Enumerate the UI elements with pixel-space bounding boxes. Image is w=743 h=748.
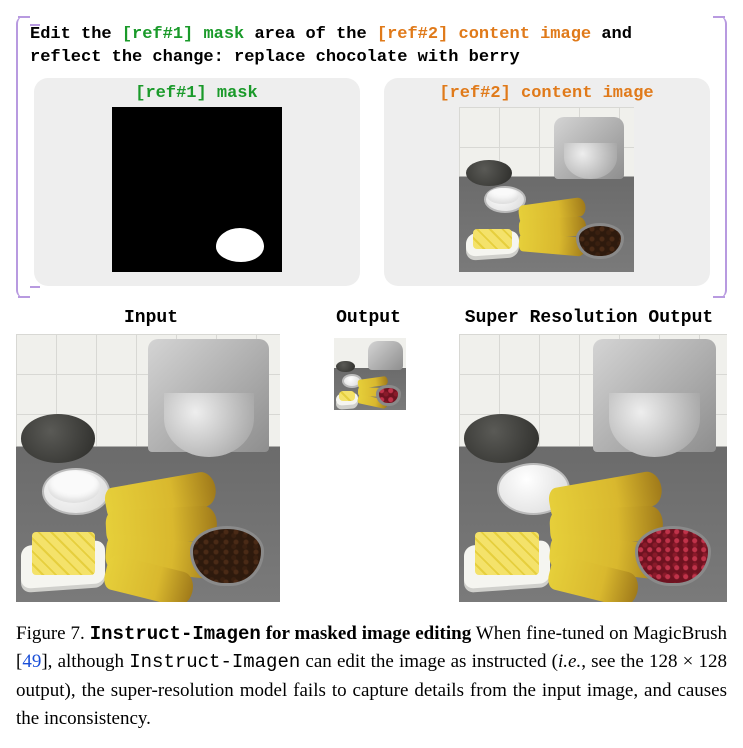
output-column	[292, 334, 447, 410]
prompt-ref2: [ref#2] content image	[377, 25, 591, 44]
prompt-text: Edit the [ref#1] mask area of the [ref#2…	[30, 24, 713, 70]
input-image	[16, 334, 280, 602]
caption-fig-number: Figure 7.	[16, 623, 85, 644]
prompt-pre: Edit the	[30, 25, 122, 44]
caption-dim: 128 × 128	[649, 651, 727, 672]
figure-caption: Figure 7. Instruct-Imagen for masked ima…	[16, 620, 727, 732]
prompt-box: Edit the [ref#1] mask area of the [ref#2…	[16, 16, 727, 298]
super-resolution-image	[459, 334, 727, 602]
label-input: Input	[16, 308, 286, 328]
image-row	[16, 334, 727, 602]
ref-row: [ref#1] mask [ref#2] content image	[30, 78, 713, 286]
ref-content-title: [ref#2] content image	[402, 84, 692, 103]
prompt-ref1: [ref#1] mask	[122, 25, 244, 44]
ref-mask-card: [ref#1] mask	[34, 78, 360, 286]
caption-body2: ], although	[41, 651, 129, 672]
ref-mask-title: [ref#1] mask	[52, 84, 342, 103]
caption-body3: can edit the image as instructed (	[300, 651, 558, 672]
output-image	[334, 338, 406, 410]
mask-blob	[216, 228, 264, 262]
prompt-mid1: area of the	[244, 25, 377, 44]
label-output: Output	[286, 308, 451, 328]
caption-body4: , see the	[581, 651, 649, 672]
caption-citation: 49	[22, 651, 41, 672]
ref-content-card: [ref#2] content image	[384, 78, 710, 286]
label-super-resolution: Super Resolution Output	[451, 308, 727, 328]
content-image	[459, 107, 634, 272]
caption-body5: output), the super-resolution model fail…	[16, 680, 727, 729]
caption-ie: i.e.	[558, 651, 581, 672]
caption-title-mono: Instruct-Imagen	[90, 623, 261, 645]
caption-mono2: Instruct-Imagen	[129, 651, 300, 673]
caption-title-rest: for masked image editing	[261, 623, 471, 644]
column-labels: Input Output Super Resolution Output	[16, 308, 727, 328]
mask-image	[112, 107, 282, 272]
